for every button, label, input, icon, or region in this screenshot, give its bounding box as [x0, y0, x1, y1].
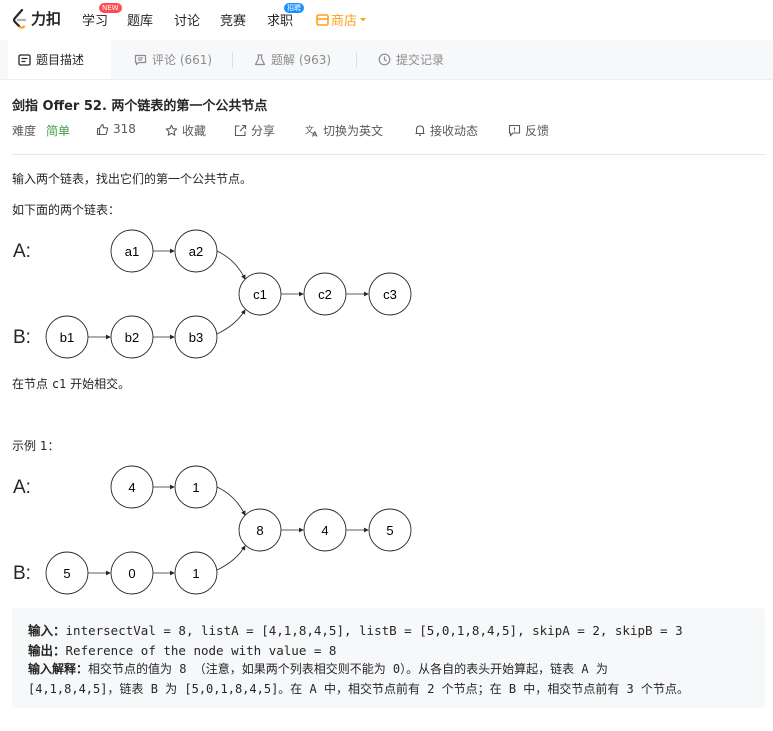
difficulty-badge: 简单 [46, 124, 71, 138]
comment-icon [134, 54, 147, 66]
tab-label: 题解 (963) [271, 53, 332, 67]
nav-discuss[interactable]: 讨论 [174, 10, 200, 29]
tab-separator [356, 52, 357, 68]
node-value: 1 [192, 480, 199, 495]
node-value: 8 [256, 523, 263, 538]
feedback-icon [508, 124, 521, 137]
text-fragment: 开始相交。 [66, 377, 131, 391]
description-paragraph: 如下面的两个链表： [12, 203, 121, 217]
colon: ： [53, 623, 66, 638]
divider [12, 154, 766, 155]
share-label: 分享 [251, 124, 276, 138]
new-badge: NEW [99, 3, 122, 13]
node-value: 0 [128, 566, 135, 581]
explain-label: 输入解释 [28, 662, 77, 676]
node-value: a1 [125, 244, 139, 259]
nav-problemset[interactable]: 题库 [127, 10, 153, 29]
like-count: 318 [113, 122, 136, 136]
node-value: b1 [60, 330, 74, 345]
feedback-label: 反馈 [525, 124, 550, 138]
star-icon [165, 124, 178, 136]
description-paragraph: 在节点 c1 开始相交。 [12, 375, 130, 392]
node-value: c3 [383, 287, 397, 302]
node-value: b3 [189, 330, 203, 345]
list-a-label: A: [13, 241, 31, 262]
store-icon [316, 13, 329, 26]
shared-nodes: c1 c2 c3 [238, 272, 412, 316]
example-input: 输入：intersectVal = 8, listA = [4,1,8,4,5]… [28, 620, 683, 639]
feedback-button[interactable]: 反馈 [508, 122, 549, 139]
example-output: 输出：Reference of the node with value = 8 [28, 640, 336, 659]
node-value: 4 [128, 480, 135, 495]
problem-meta: 难度 简单 318 收藏 分享 文 A 切换为英文 接收动态 反馈 [12, 122, 772, 140]
shared-nodes: 8 4 5 [238, 508, 412, 552]
clock-icon [378, 53, 391, 66]
favorite-button[interactable]: 收藏 [165, 122, 206, 139]
list-b-label: B: [13, 563, 31, 584]
linked-list-diagram-2: A: B: 4 1 5 0 1 8 4 5 [13, 465, 412, 595]
example-title: 示例 1： [12, 439, 60, 453]
node-value: 5 [386, 523, 393, 538]
inline-code: c1 [51, 377, 67, 391]
linked-list-diagram-1: A: B: a1 a2 b1 b2 b3 c1 c2 c3 [13, 229, 412, 359]
like-button[interactable]: 318 [96, 122, 136, 136]
explain-text: 相交节点的值为 8 （注意，如果两个列表相交则不能为 0）。从各自的表头开始算起… [88, 662, 608, 676]
output-label: 输出 [28, 643, 54, 658]
logo[interactable]: 力扣 [12, 8, 61, 29]
description-icon [18, 53, 31, 66]
example-explanation-cont: [4,1,8,4,5]，链表 B 为 [5,0,1,8,4,5]。在 A 中，相… [28, 682, 689, 696]
store-label: 商店 [331, 14, 358, 29]
bell-icon [415, 125, 425, 136]
list-a-label: A: [13, 477, 31, 498]
node-value: a2 [189, 244, 203, 259]
text-fragment: 在节点 [12, 377, 52, 391]
translate-icon: 文 A [305, 124, 318, 138]
share-icon [234, 124, 247, 137]
node-value: c1 [253, 287, 267, 302]
hire-badge: 招聘 [284, 3, 304, 13]
output-value: Reference of the node with value = 8 [65, 643, 337, 658]
list-b-nodes: 5 0 1 [45, 551, 218, 595]
switch-language-button[interactable]: 文 A 切换为英文 [305, 122, 383, 139]
node-value: c2 [318, 287, 332, 302]
tab-solutions[interactable]: 题解 (963) [244, 40, 341, 79]
list-b-label: B: [13, 327, 31, 348]
input-value: intersectVal = 8, listA = [4,1,8,4,5], l… [65, 623, 683, 638]
list-b-nodes: b1 b2 b3 [45, 315, 218, 359]
colon: ： [53, 643, 66, 658]
tab-comments[interactable]: 评论 (661) [124, 40, 222, 79]
difficulty-label: 难度 [12, 124, 37, 138]
node-value: 5 [63, 566, 70, 581]
brand-name: 力扣 [31, 10, 62, 28]
share-button[interactable]: 分享 [234, 122, 275, 139]
svg-text:A: A [312, 131, 318, 138]
favorite-label: 收藏 [182, 124, 207, 138]
tab-label: 评论 (661) [152, 53, 213, 67]
caret-down-icon [360, 17, 367, 21]
problem-tabs: 题目描述 评论 (661) 题解 (963) 提交记录 [0, 40, 773, 80]
colon: ： [76, 662, 89, 676]
problem-title: 剑指 Offer 52. 两个链表的第一个公共节点 [12, 99, 268, 114]
subscribe-label: 接收动态 [430, 124, 479, 138]
node-value: 4 [321, 523, 328, 538]
example-block: 输入：intersectVal = 8, listA = [4,1,8,4,5]… [12, 608, 765, 708]
node-value: b2 [125, 330, 139, 345]
description-paragraph: 输入两个链表，找出它们的第一个公共节点。 [12, 172, 253, 186]
nav-contest[interactable]: 竞赛 [220, 10, 246, 29]
tab-separator [232, 52, 233, 68]
nav-store[interactable]: 商店 [316, 10, 367, 29]
tab-submissions[interactable]: 提交记录 [368, 40, 454, 79]
top-nav: 力扣 学习 NEW 题库 讨论 竞赛 求职 招聘 商店 [0, 0, 773, 40]
input-label: 输入 [28, 623, 54, 638]
tab-description[interactable]: 题目描述 [8, 40, 111, 79]
example-explanation: 输入解释：相交节点的值为 8 （注意，如果两个列表相交则不能为 0）。从各自的表… [28, 660, 608, 677]
tab-label: 提交记录 [396, 53, 445, 67]
node-value: 1 [192, 566, 199, 581]
flask-icon [254, 53, 266, 65]
tab-label: 题目描述 [36, 53, 85, 67]
thumbs-up-icon [96, 123, 109, 135]
subscribe-button[interactable]: 接收动态 [414, 122, 478, 139]
leetcode-logo-icon [12, 8, 27, 29]
switch-language-label: 切换为英文 [323, 124, 384, 138]
